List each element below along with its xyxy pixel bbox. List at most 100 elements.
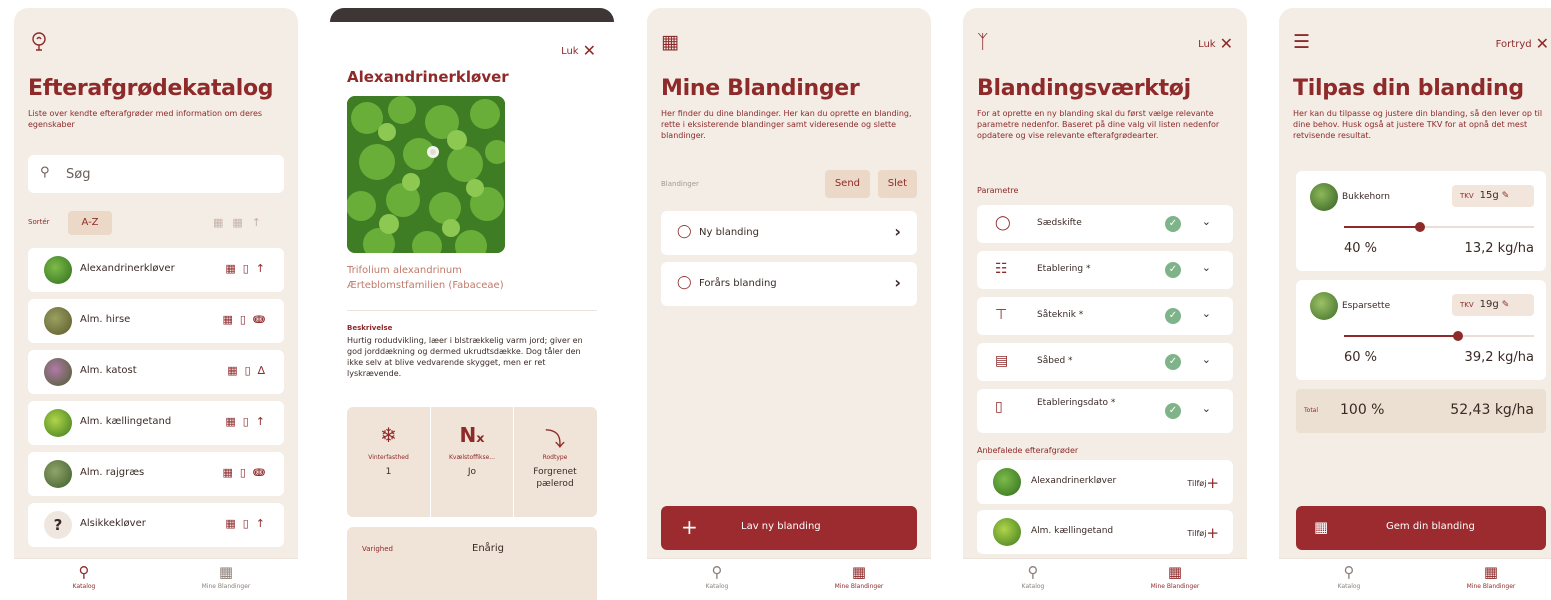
search-box[interactable]: ⚲ <box>28 155 284 193</box>
sliders-icon: ☰ <box>1293 31 1311 53</box>
filter-icons[interactable]: ▦▦↑ <box>213 216 270 229</box>
my-mixes-screen: ▦ Mine Blandinger Her finder du dine bla… <box>647 8 931 600</box>
save-mix-button[interactable]: ▦ Gem din blanding <box>1296 506 1546 550</box>
description-text: Hurtig rodudvikling, læer i blstrækkelig… <box>347 336 583 378</box>
top-bar: ᛉ Luk ✕ <box>977 30 1233 56</box>
create-mix-button[interactable]: + Lav ny blanding <box>661 506 917 550</box>
plant-thumbnail <box>44 256 72 284</box>
nav-mixes[interactable]: ▦ Mine Blandinger <box>1441 563 1541 590</box>
param-label: Såbed * <box>1037 356 1073 366</box>
snowflake-icon: ❄ <box>380 423 397 447</box>
list-item[interactable]: Alm. katost ▦▯∆ <box>28 350 284 394</box>
unknown-plant-icon: ? <box>44 511 72 539</box>
chevron-right-icon: › <box>894 222 901 241</box>
nav-catalog[interactable]: ⚲ Katalog <box>667 563 767 590</box>
tkv-label: TKV <box>1460 192 1474 200</box>
establishment-icon: ☷ <box>995 261 1008 277</box>
create-mix-label: Lav ny blanding <box>741 521 821 532</box>
bottom-nav: ⚲ Katalog ▦ Mine Blandinger <box>1279 558 1551 600</box>
slider-handle[interactable] <box>1415 222 1425 232</box>
slider-fill <box>1344 335 1458 337</box>
nav-catalog[interactable]: ⚲ Katalog <box>1299 563 1399 590</box>
catalog-search-icon: ⚲ <box>78 563 90 581</box>
slider-handle[interactable] <box>1453 331 1463 341</box>
list-item[interactable]: ◯ Ny blanding › <box>661 211 917 255</box>
plant-title: Alexandrinerkløver <box>347 68 509 86</box>
bottom-nav: ⚲ Katalog ▦ Mine Blandinger <box>647 558 931 600</box>
seedling-bulb-icon <box>28 30 52 54</box>
property-label: Vinterfasthed <box>368 454 409 461</box>
sort-az-chip[interactable]: A-Z <box>68 211 112 235</box>
top-bar: ▦ <box>661 30 917 56</box>
divider <box>347 310 597 311</box>
add-label: Tilføj <box>1187 529 1207 538</box>
search-icon: ⚲ <box>40 165 50 180</box>
nav-catalog[interactable]: ⚲ Katalog <box>34 563 134 590</box>
tkv-field[interactable]: TKV 19g ✎ <box>1452 294 1534 316</box>
param-row[interactable]: ▯ Etableringsdato * ✓ ⌄ <box>977 389 1233 433</box>
nav-catalog[interactable]: ⚲ Katalog <box>983 563 1083 590</box>
mix-label: Forårs blanding <box>699 278 777 289</box>
close-label: Luk <box>1198 39 1216 50</box>
mix-tool-screen: ᛉ Luk ✕ Blandingsværktøj For at oprette e… <box>963 8 1247 600</box>
seedbed-icon: ▤ <box>995 353 1009 369</box>
tkv-field[interactable]: TKV 15g ✎ <box>1452 185 1534 207</box>
recommended-heading: Anbefalede efterafgrøder <box>977 446 1079 455</box>
list-item[interactable]: Alm. hirse ▦▯ↈ <box>28 299 284 343</box>
nav-catalog-label: Katalog <box>705 583 729 590</box>
send-button[interactable]: Send <box>824 170 870 198</box>
nav-mixes-label: Mine Blandinger <box>1150 583 1200 590</box>
mix-pot-icon: ◯ <box>677 224 692 239</box>
nav-mixes-label: Mine Blandinger <box>834 583 884 590</box>
list-item[interactable]: ? Alsikkekløver ▦▯↑ <box>28 503 284 547</box>
delete-button[interactable]: Slet <box>877 170 917 198</box>
cancel-button[interactable]: Fortryd ✕ <box>1496 34 1549 53</box>
param-row[interactable]: ⊤ Såteknik * ✓ ⌄ <box>977 297 1233 335</box>
property-label: Kvælstoffikse... <box>448 454 495 461</box>
close-button[interactable]: Luk ✕ <box>1198 34 1233 53</box>
nav-mixes[interactable]: ▦ Mine Blandinger <box>809 563 909 590</box>
nav-mixes[interactable]: ▦ Mine Blandinger <box>176 563 276 590</box>
bottom-nav: ⚲ Katalog ▦ Mine Blandinger <box>14 558 298 600</box>
list-item[interactable]: Alexandrinerkløver ▦▯↑ <box>28 248 284 292</box>
param-row[interactable]: ☷ Etablering * ✓ ⌄ <box>977 251 1233 289</box>
add-button[interactable]: Tilføj+ <box>1187 474 1219 492</box>
plant-trait-icons: ▦▯↑ <box>225 517 272 530</box>
plant-thumbnail <box>1310 183 1338 211</box>
search-input[interactable] <box>66 163 266 185</box>
plant-trait-icons: ▦▯↑ <box>225 415 272 428</box>
nitrogen-icon: Nₓ <box>459 423 485 447</box>
component-name: Bukkehorn <box>1342 192 1390 202</box>
sort-row: Sortér A-Z ▦▦↑ <box>28 211 284 235</box>
page-title: Tilpas din blanding <box>1293 76 1524 101</box>
check-icon: ✓ <box>1165 262 1181 278</box>
list-item[interactable]: ◯ Forårs blanding › <box>661 262 917 306</box>
param-row[interactable]: ▤ Såbed * ✓ ⌄ <box>977 343 1233 381</box>
plant-thumbnail <box>44 307 72 335</box>
plant-family: Ærteblomstfamilien (Fabaceae) <box>347 280 504 291</box>
close-label: Luk <box>561 46 579 57</box>
close-button[interactable]: Luk ✕ <box>561 41 596 60</box>
branch-icon: ᛉ <box>977 31 989 53</box>
check-icon: ✓ <box>1165 354 1181 370</box>
mixes-toolbar: Blandinger Send Slet <box>661 170 917 198</box>
plant-trait-icons: ▦▯∆ <box>227 364 272 377</box>
param-row[interactable]: ◯ Sædskifte ✓ ⌄ <box>977 205 1233 243</box>
property-card: Nₓ Kvælstoffikse... Jo <box>430 407 513 517</box>
plant-thumbnail <box>44 460 72 488</box>
duration-label: Varighed <box>362 545 393 553</box>
duration-card: Varighed Enårig <box>347 527 597 600</box>
list-item[interactable]: Alm. kællingetand ▦▯↑ <box>28 401 284 445</box>
mix-component-card: Esparsette TKV 19g ✎ 60 % 39,2 kg/ha <box>1296 280 1546 380</box>
percent-slider[interactable] <box>1344 331 1534 341</box>
percent-slider[interactable] <box>1344 222 1534 232</box>
mixes-icon: ▦ <box>1314 518 1329 536</box>
add-button[interactable]: Tilføj+ <box>1187 524 1219 542</box>
property-card: ❄ Vinterfasthed 1 <box>347 407 430 517</box>
nav-mixes-label: Mine Blandinger <box>201 583 251 590</box>
nav-mixes[interactable]: ▦ Mine Blandinger <box>1125 563 1225 590</box>
list-item[interactable]: Alm. rajgræs ▦▯ↈ <box>28 452 284 496</box>
plus-icon: + <box>681 515 698 539</box>
catalog-screen: Efterafgrødekatalog Liste over kendte ef… <box>14 8 298 600</box>
property-value: 1 <box>385 467 392 477</box>
